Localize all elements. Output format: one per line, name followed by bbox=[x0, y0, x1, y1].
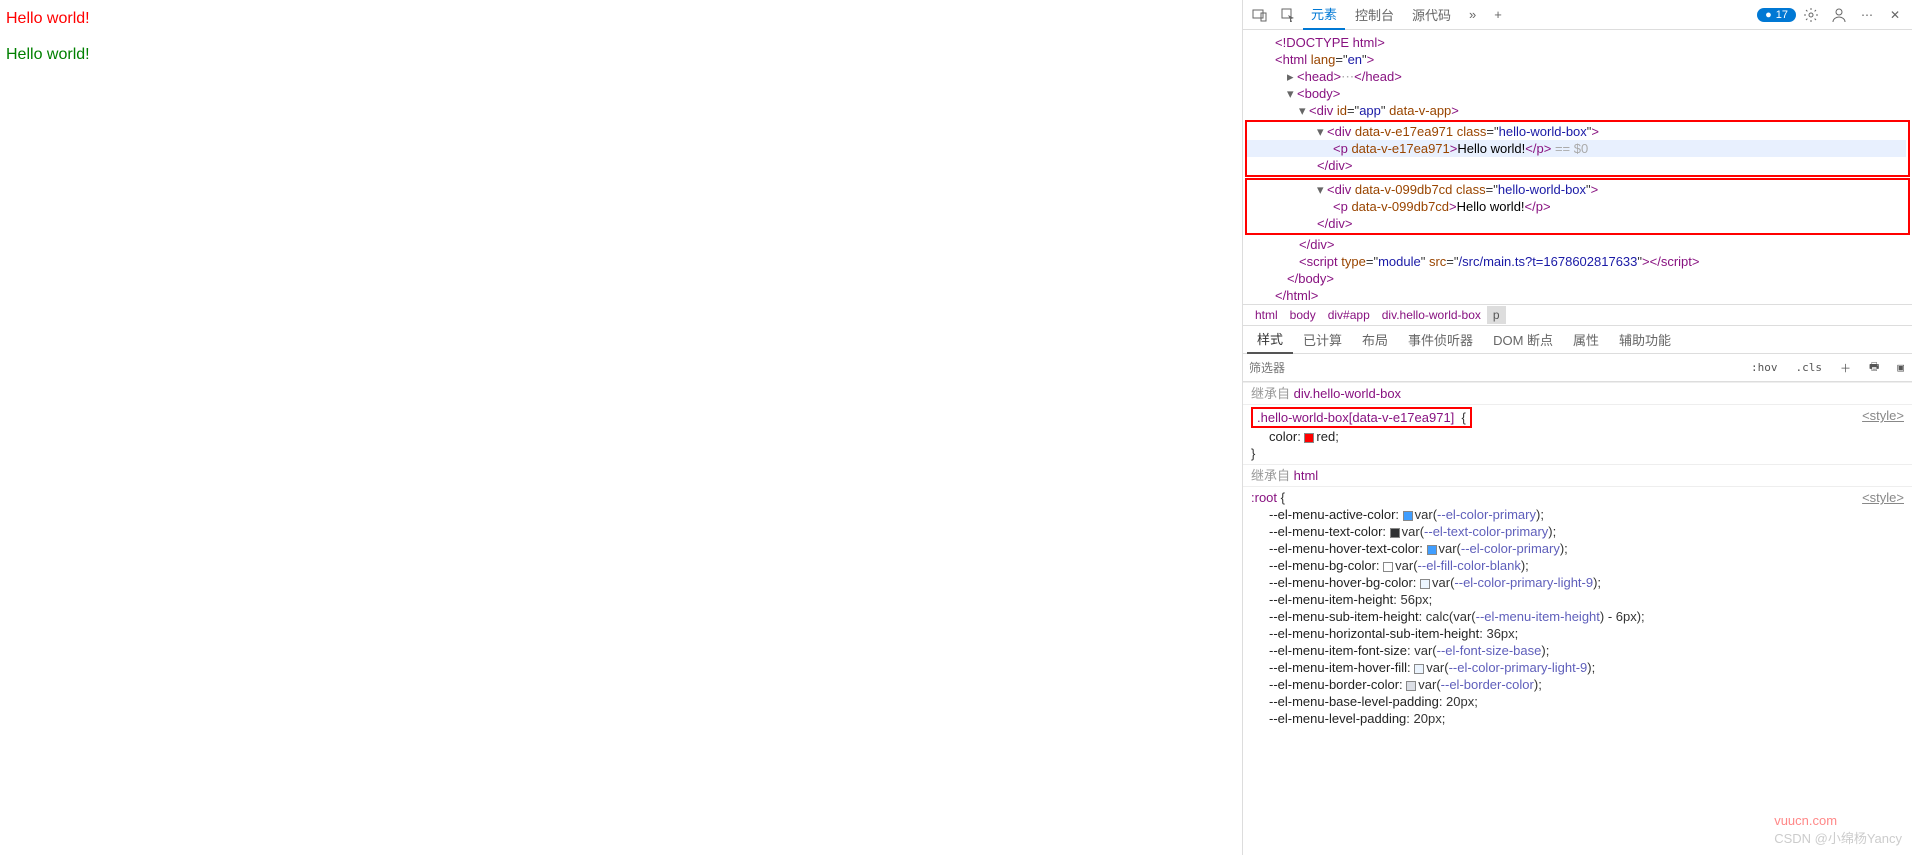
kebab-menu-icon[interactable]: ⋯ bbox=[1854, 2, 1880, 28]
issues-count: 17 bbox=[1776, 9, 1788, 21]
breadcrumb: html body div#app div.hello-world-box p bbox=[1243, 304, 1912, 326]
subtab-dom-breakpoints[interactable]: DOM 断点 bbox=[1483, 326, 1563, 354]
crumb-app[interactable]: div#app bbox=[1322, 306, 1376, 324]
crumb-box[interactable]: div.hello-world-box bbox=[1376, 306, 1487, 324]
styles-pane[interactable]: 继承自 div.hello-world-box <style> .hello-w… bbox=[1243, 382, 1912, 855]
color-swatch[interactable] bbox=[1403, 511, 1413, 521]
css-var-row[interactable]: --el-menu-item-font-size: var(--el-font-… bbox=[1251, 642, 1904, 659]
device-toolbar-icon[interactable] bbox=[1247, 2, 1273, 28]
color-swatch[interactable] bbox=[1414, 664, 1424, 674]
print-icon[interactable]: 🖶 bbox=[1863, 356, 1885, 379]
color-swatch[interactable] bbox=[1420, 579, 1430, 589]
inherit-from-html: 继承自 html bbox=[1243, 464, 1912, 487]
devtools-panel: 元素 控制台 源代码 » + ● 17 ⋯ ✕ <!DOCTYPE html> … bbox=[1242, 0, 1912, 855]
subtab-layout[interactable]: 布局 bbox=[1352, 326, 1398, 354]
color-swatch[interactable] bbox=[1406, 681, 1416, 691]
rule-selector-box: .hello-world-box[data-v-e17ea971] { bbox=[1251, 407, 1472, 428]
filter-input[interactable] bbox=[1245, 359, 1739, 377]
subtab-properties[interactable]: 属性 bbox=[1563, 326, 1609, 354]
subtab-computed[interactable]: 已计算 bbox=[1293, 326, 1352, 354]
css-var-row[interactable]: --el-menu-bg-color: var(--el-fill-color-… bbox=[1251, 557, 1904, 574]
color-swatch[interactable] bbox=[1383, 562, 1393, 572]
css-var-row[interactable]: --el-menu-level-padding: 20px; bbox=[1251, 710, 1904, 727]
hov-toggle[interactable]: :hov bbox=[1745, 359, 1784, 376]
css-var-row[interactable]: --el-menu-hover-bg-color: var(--el-color… bbox=[1251, 574, 1904, 591]
css-var-row[interactable]: --el-menu-sub-item-height: calc(var(--el… bbox=[1251, 608, 1904, 625]
css-var-row[interactable]: --el-menu-base-level-padding: 20px; bbox=[1251, 693, 1904, 710]
subtab-styles[interactable]: 样式 bbox=[1247, 326, 1293, 354]
css-var-row[interactable]: --el-menu-text-color: var(--el-text-colo… bbox=[1251, 523, 1904, 540]
cls-toggle[interactable]: .cls bbox=[1789, 359, 1828, 376]
new-rule-icon[interactable]: ＋ bbox=[1834, 358, 1857, 378]
rendered-page: Hello world! Hello world! bbox=[0, 0, 1242, 855]
subtab-accessibility[interactable]: 辅助功能 bbox=[1609, 326, 1681, 354]
color-swatch-red[interactable] bbox=[1304, 433, 1314, 443]
color-swatch[interactable] bbox=[1427, 545, 1437, 555]
style-source-2[interactable]: <style> bbox=[1862, 489, 1904, 506]
tab-more-icon[interactable]: » bbox=[1461, 0, 1484, 30]
crumb-html[interactable]: html bbox=[1249, 306, 1284, 324]
inherit-from-box: 继承自 div.hello-world-box bbox=[1243, 382, 1912, 405]
style-source-1[interactable]: <style> bbox=[1862, 407, 1904, 424]
tab-console[interactable]: 控制台 bbox=[1347, 0, 1402, 30]
doctype-node: <!DOCTYPE html> bbox=[1275, 35, 1385, 50]
computed-panel-icon[interactable]: ▣ bbox=[1891, 359, 1910, 376]
crumb-p[interactable]: p bbox=[1487, 306, 1506, 324]
color-swatch[interactable] bbox=[1390, 528, 1400, 538]
css-var-row[interactable]: --el-menu-item-hover-fill: var(--el-colo… bbox=[1251, 659, 1904, 676]
tab-plus-icon[interactable]: + bbox=[1486, 0, 1510, 30]
css-var-row[interactable]: --el-menu-border-color: var(--el-border-… bbox=[1251, 676, 1904, 693]
styles-filter-row: :hov .cls ＋ 🖶 ▣ bbox=[1243, 354, 1912, 382]
hello-text-green: Hello world! bbox=[6, 46, 1236, 64]
devtools-toolbar: 元素 控制台 源代码 » + ● 17 ⋯ ✕ bbox=[1243, 0, 1912, 30]
tab-elements[interactable]: 元素 bbox=[1303, 0, 1345, 30]
inspect-element-icon[interactable] bbox=[1275, 2, 1301, 28]
dom-tree[interactable]: <!DOCTYPE html> <html lang="en"> ▸<head>… bbox=[1243, 30, 1912, 304]
css-var-row[interactable]: --el-menu-hover-text-color: var(--el-col… bbox=[1251, 540, 1904, 557]
hello-text-red: Hello world! bbox=[6, 10, 1236, 28]
css-var-row[interactable]: --el-menu-item-height: 56px; bbox=[1251, 591, 1904, 608]
highlighted-box-2: ▾<div data-v-099db7cd class="hello-world… bbox=[1245, 178, 1910, 235]
tab-sources[interactable]: 源代码 bbox=[1404, 0, 1459, 30]
crumb-body[interactable]: body bbox=[1284, 306, 1322, 324]
issues-badge[interactable]: ● 17 bbox=[1757, 8, 1796, 22]
close-icon[interactable]: ✕ bbox=[1882, 2, 1908, 28]
css-var-row[interactable]: --el-menu-active-color: var(--el-color-p… bbox=[1251, 506, 1904, 523]
css-var-row[interactable]: --el-menu-horizontal-sub-item-height: 36… bbox=[1251, 625, 1904, 642]
highlighted-box-1: ▾<div data-v-e17ea971 class="hello-world… bbox=[1245, 120, 1910, 177]
subtab-listeners[interactable]: 事件侦听器 bbox=[1398, 326, 1483, 354]
styles-subtabs: 样式 已计算 布局 事件侦听器 DOM 断点 属性 辅助功能 bbox=[1243, 326, 1912, 354]
account-icon[interactable] bbox=[1826, 2, 1852, 28]
settings-gear-icon[interactable] bbox=[1798, 2, 1824, 28]
